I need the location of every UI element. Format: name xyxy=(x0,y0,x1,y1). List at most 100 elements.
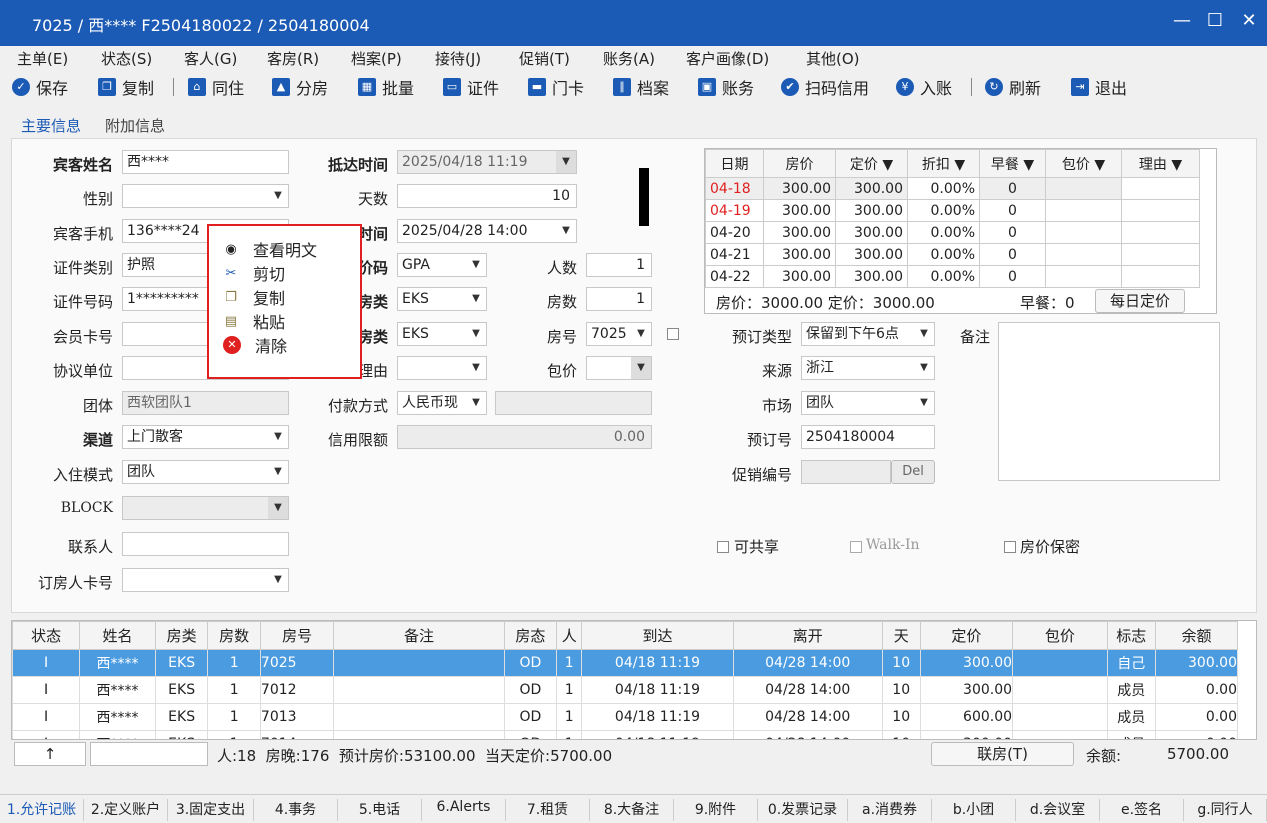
walkin-checkbox[interactable] xyxy=(850,541,862,553)
rate-row[interactable]: 04-18 300.00 300.00 0.00% 0 xyxy=(705,177,1200,200)
col-departure[interactable]: 离开 xyxy=(732,621,883,650)
upgrade-reason-select[interactable]: ▼ xyxy=(397,356,487,380)
col-arrival[interactable]: 到达 xyxy=(581,621,734,650)
col-date[interactable]: 日期 xyxy=(705,149,764,178)
rate-code-select[interactable]: GPA ▼ xyxy=(397,253,487,277)
persons-input[interactable]: 1 xyxy=(586,253,652,277)
exit-button[interactable]: ⇥ 退出 xyxy=(1071,76,1127,98)
post-charge-button[interactable]: ¥ 入账 xyxy=(896,76,952,98)
batch-button[interactable]: ▦ 批量 xyxy=(358,76,414,98)
table-row[interactable]: I 西**** EKS 1 7025 OD 1 04/18 11:19 04/28 14:00 1… xyxy=(12,649,1239,677)
refresh-button[interactable]: ↻ 刷新 xyxy=(985,76,1041,98)
reservation-number-input[interactable]: 2504180004 xyxy=(801,425,935,449)
tab-small-group[interactable]: b.小团 xyxy=(932,799,1016,821)
tab-allow-posting[interactable]: 1.允许记账 xyxy=(0,799,84,821)
menu-room[interactable]: 客房(R) xyxy=(267,48,319,69)
rate-row[interactable]: 04-19 300.00 300.00 0.00% 0 xyxy=(705,199,1200,222)
col-package[interactable]: 包价 xyxy=(1012,621,1108,650)
tab-meeting-room[interactable]: d.会议室 xyxy=(1016,799,1100,821)
menu-promotion[interactable]: 促销(T) xyxy=(519,48,570,69)
copy-button[interactable]: ❐ 复制 xyxy=(98,76,154,98)
menu-reception[interactable]: 接待(J) xyxy=(435,48,481,69)
col-room-count[interactable]: 房数 xyxy=(207,621,261,650)
id-document-button[interactable]: ▭ 证件 xyxy=(443,76,499,98)
scan-credit-button[interactable]: ✔ 扫码信用 xyxy=(781,76,869,98)
col-remark[interactable]: 备注 xyxy=(333,621,505,650)
menu-item-cut[interactable]: ✂ 剪切 xyxy=(223,261,285,285)
shareable-checkbox[interactable] xyxy=(717,541,729,553)
close-button[interactable]: ✕ xyxy=(1237,10,1261,31)
rooms-input[interactable]: 1 xyxy=(586,287,652,311)
profile-button[interactable]: ∥ 档案 xyxy=(613,76,669,98)
source-select[interactable]: 浙江 ▼ xyxy=(801,356,935,380)
reservation-type-select[interactable]: 保留到下午6点 ▼ xyxy=(801,322,935,346)
col-room-status[interactable]: 房态 xyxy=(503,621,558,650)
tab-invoice-records[interactable]: 0.发票记录 xyxy=(758,799,848,821)
delete-promo-button[interactable]: Del xyxy=(891,460,935,484)
minimize-button[interactable]: — xyxy=(1170,10,1194,31)
share-room-button[interactable]: ⌂ 同住 xyxy=(188,76,244,98)
daily-rate-button[interactable]: 每日定价 xyxy=(1095,289,1185,313)
rate-row[interactable]: 04-22 300.00 300.00 0.00% 0 xyxy=(705,265,1200,288)
menu-item-view-plaintext[interactable]: ◉ 查看明文 xyxy=(223,237,317,261)
departure-time-input[interactable]: 2025/04/28 14:00 ▼ xyxy=(397,219,577,243)
col-price[interactable]: 定价 ▼ xyxy=(835,149,908,178)
table-row[interactable]: I 西**** EKS 1 7012 OD 1 04/18 11:19 04/28 14:00 1… xyxy=(12,676,1239,704)
menu-main[interactable]: 主单(E) xyxy=(17,48,68,69)
tab-fixed-charges[interactable]: 3.固定支出 xyxy=(168,799,254,821)
col-room-number[interactable]: 房号 xyxy=(259,621,335,650)
maximize-button[interactable]: ☐ xyxy=(1203,10,1227,31)
menu-accounts[interactable]: 账务(A) xyxy=(603,48,655,69)
account-button[interactable]: ▣ 账务 xyxy=(698,76,754,98)
billing-room-type-select[interactable]: EKS ▼ xyxy=(397,287,487,311)
col-discount[interactable]: 折扣 ▼ xyxy=(907,149,980,178)
payment-method-select[interactable]: 人民币现 ▼ xyxy=(397,391,487,415)
rate-secret-checkbox[interactable] xyxy=(1004,541,1016,553)
filter-input[interactable] xyxy=(90,742,208,766)
table-row[interactable]: I西****EKS17014OD104/18 11:1904/28 14:001… xyxy=(12,730,1239,739)
col-persons[interactable]: 人 xyxy=(556,621,583,650)
menu-item-copy[interactable]: ❐ 复制 xyxy=(223,285,285,309)
menu-item-clear[interactable]: ✕ 清除 xyxy=(223,333,287,357)
tab-tasks[interactable]: 4.事务 xyxy=(254,799,338,821)
table-row[interactable]: I 西**** EKS 1 7013 OD 1 04/18 11:19 04/28 14:00 1… xyxy=(12,703,1239,731)
checkin-mode-select[interactable]: 团队 ▼ xyxy=(122,460,289,484)
col-room-type[interactable]: 房类 xyxy=(154,621,209,650)
tab-alerts[interactable]: 6.Alerts xyxy=(422,799,506,821)
tab-main-info[interactable]: 主要信息 xyxy=(21,115,81,136)
menu-status[interactable]: 状态(S) xyxy=(101,48,152,69)
col-breakfast[interactable]: 早餐 ▼ xyxy=(979,149,1046,178)
menu-profile[interactable]: 档案(P) xyxy=(351,48,402,69)
days-input[interactable]: 10 xyxy=(397,184,577,208)
rate-row[interactable]: 04-21 300.00 300.00 0.00% 0 xyxy=(705,243,1200,266)
tab-rental[interactable]: 7.租赁 xyxy=(506,799,590,821)
remark-textarea[interactable] xyxy=(998,322,1220,481)
menu-customer-portrait[interactable]: 客户画像(D) xyxy=(686,48,769,69)
split-room-button[interactable]: ▲ 分房 xyxy=(272,76,328,98)
tab-signature[interactable]: e.签名 xyxy=(1100,799,1184,821)
menu-other[interactable]: 其他(O) xyxy=(806,48,860,69)
tab-big-remark[interactable]: 8.大备注 xyxy=(590,799,674,821)
gender-select[interactable]: ▼ xyxy=(122,184,289,208)
tab-companions[interactable]: g.同行人 xyxy=(1184,799,1267,821)
col-days[interactable]: 天 xyxy=(881,621,921,650)
move-up-button[interactable]: ↑ xyxy=(14,742,86,766)
menu-guest[interactable]: 客人(G) xyxy=(184,48,237,69)
room-card-button[interactable]: ▬ 门卡 xyxy=(528,76,584,98)
col-flag[interactable]: 标志 xyxy=(1106,621,1156,650)
col-status[interactable]: 状态 xyxy=(12,621,81,650)
tab-attachments[interactable]: 9.附件 xyxy=(674,799,758,821)
channel-select[interactable]: 上门散客 ▼ xyxy=(122,425,289,449)
col-reason[interactable]: 理由 ▼ xyxy=(1121,149,1200,178)
rate-row[interactable]: 04-20 300.00 300.00 0.00% 0 xyxy=(705,221,1200,244)
room-lock-checkbox[interactable] xyxy=(667,328,679,340)
booker-card-select[interactable]: ▼ xyxy=(122,568,289,592)
room-number-select[interactable]: 7025 ▼ xyxy=(586,322,652,346)
link-rooms-button[interactable]: 联房(T) xyxy=(931,742,1074,766)
tab-extra-info[interactable]: 附加信息 xyxy=(105,115,165,136)
col-balance[interactable]: 余额 xyxy=(1154,621,1239,650)
room-type-select[interactable]: EKS ▼ xyxy=(397,322,487,346)
guest-name-input[interactable]: 西**** xyxy=(122,150,289,174)
col-price[interactable]: 定价 xyxy=(919,621,1014,650)
col-rate[interactable]: 房价 xyxy=(763,149,836,178)
